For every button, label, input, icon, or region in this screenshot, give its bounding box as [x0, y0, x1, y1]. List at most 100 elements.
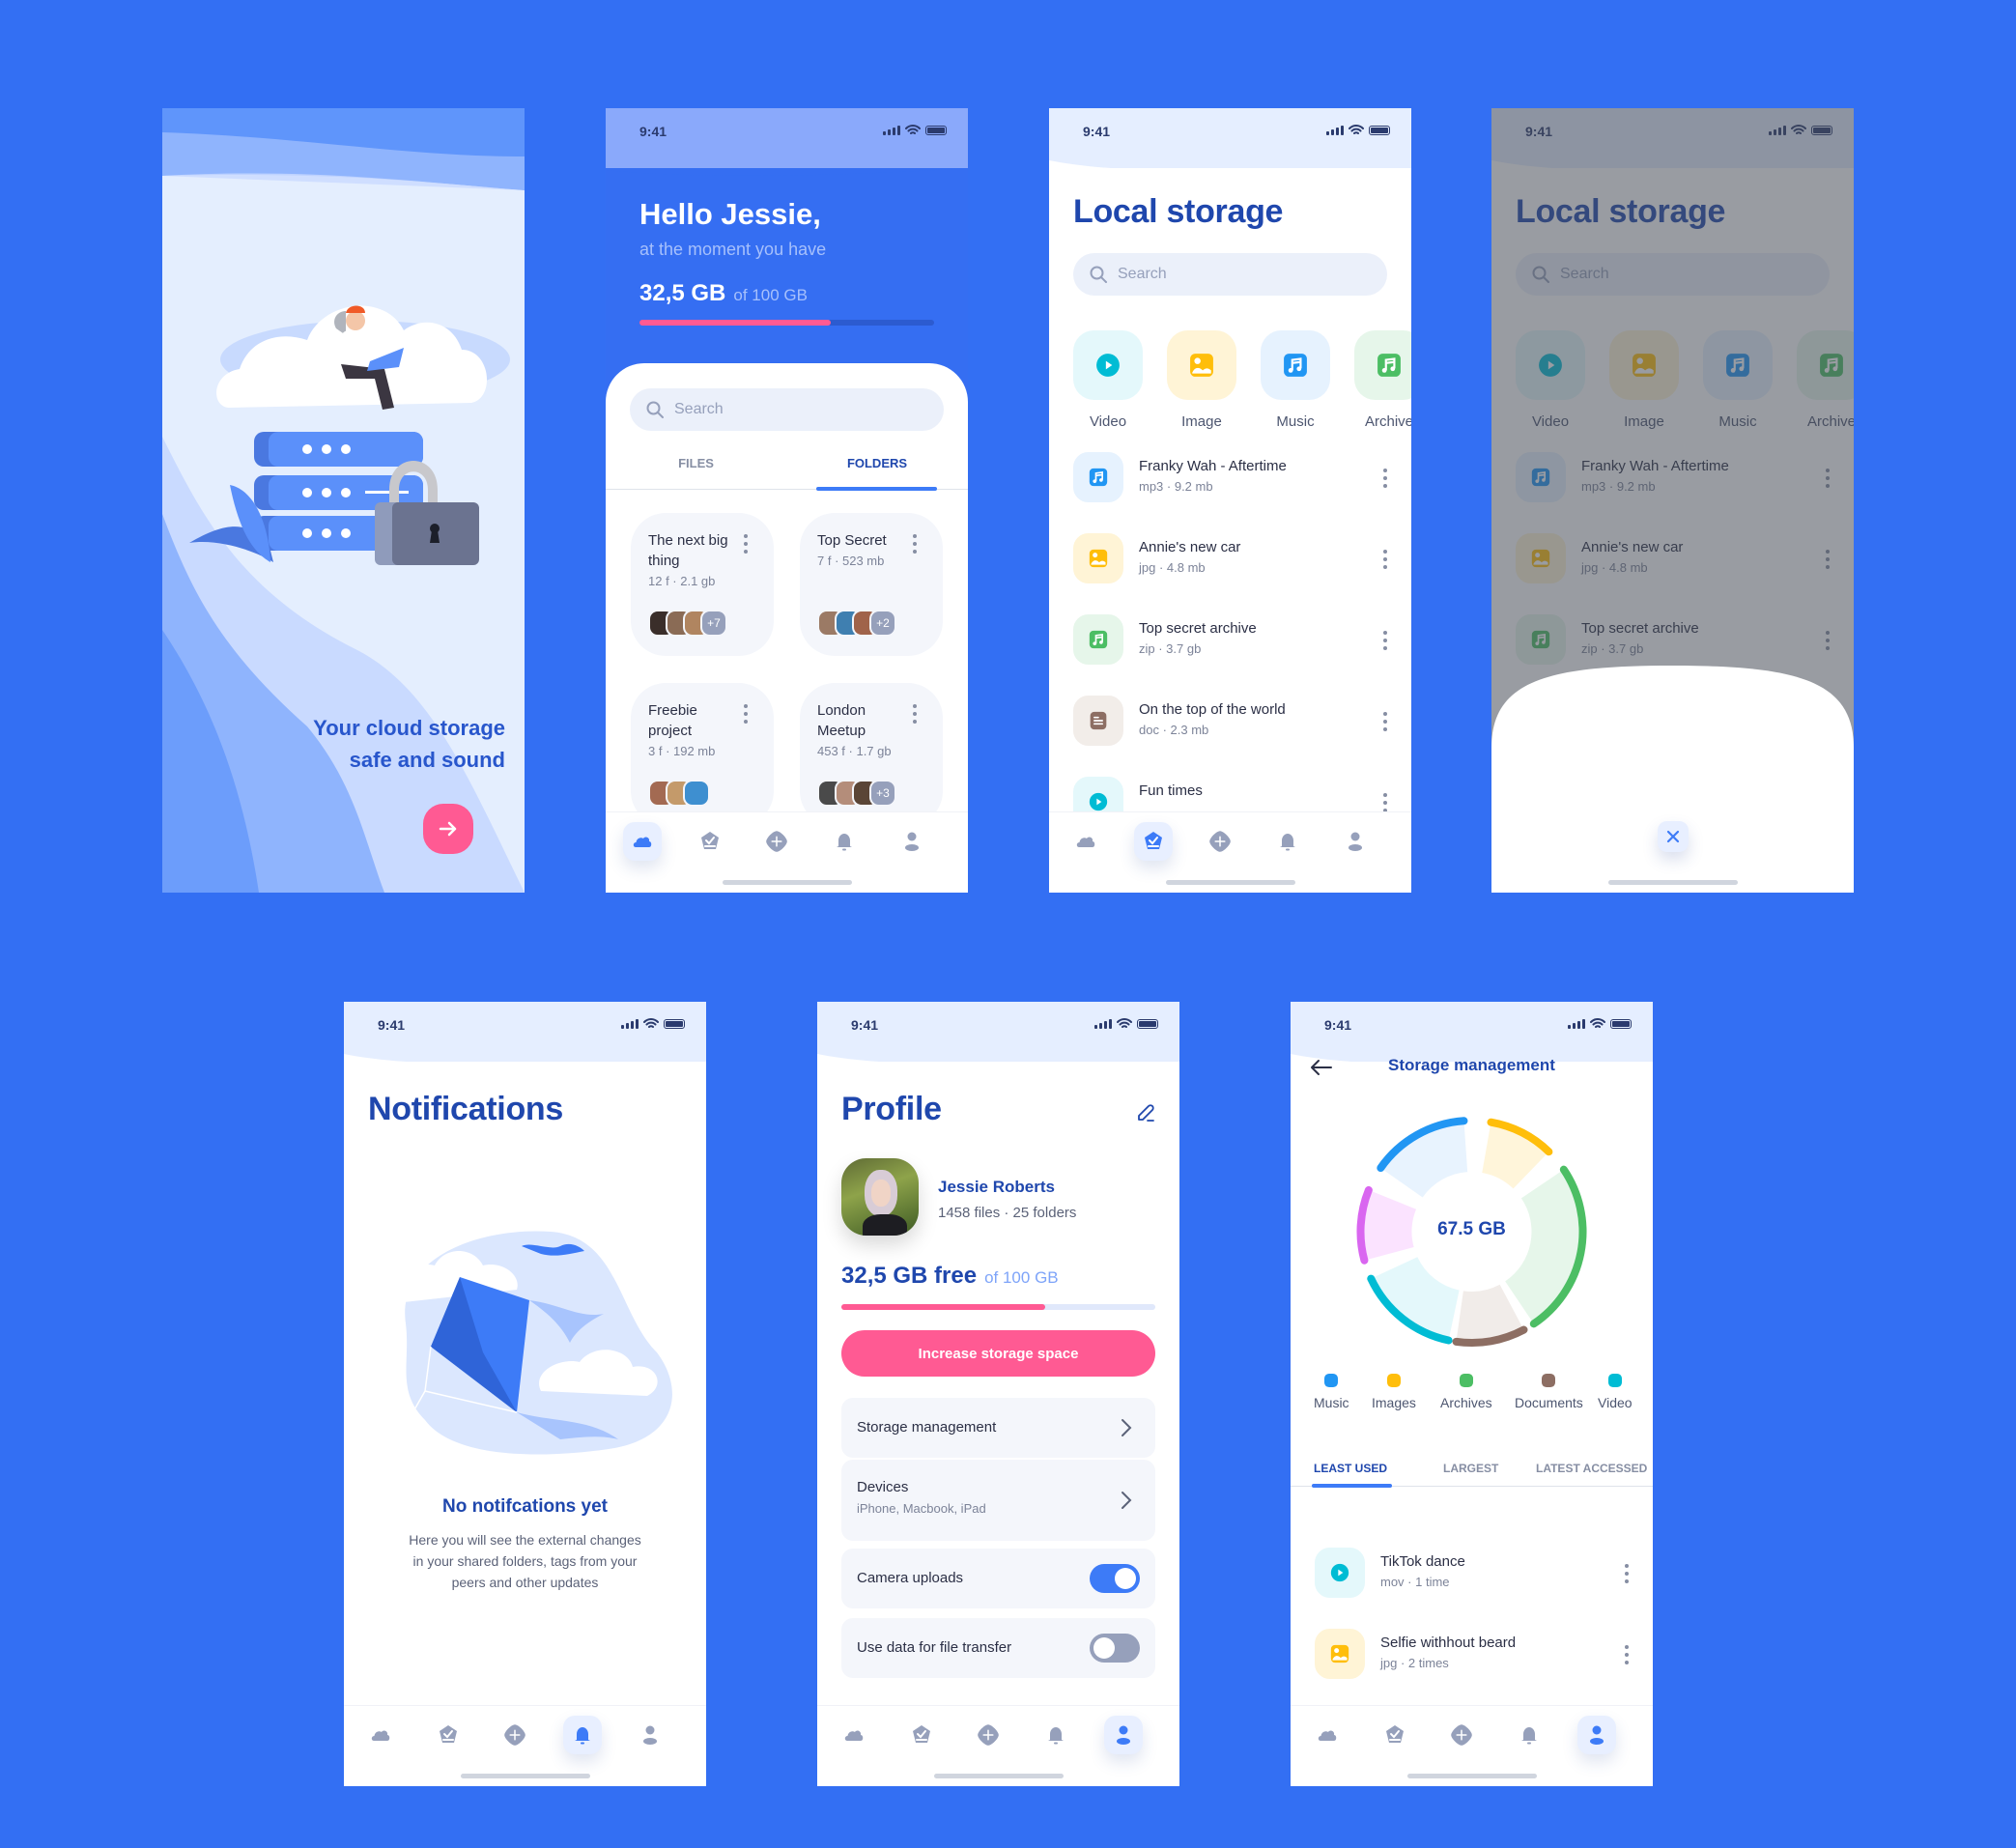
file-meta: zip · 3.7 gb: [1139, 641, 1202, 656]
more-members-badge: +7: [700, 610, 727, 637]
home-screen: 9:41 Hello Jessie, at the moment you hav…: [606, 108, 968, 893]
document-icon: [1089, 711, 1108, 730]
close-button[interactable]: [1658, 821, 1689, 852]
legend-swatch: [1542, 1374, 1556, 1387]
tab-largest[interactable]: LARGEST: [1443, 1462, 1498, 1475]
tab-badge-check[interactable]: [902, 1716, 941, 1754]
next-button[interactable]: [423, 804, 473, 854]
category-label: Music: [1276, 413, 1315, 430]
tab-plus[interactable]: [969, 1716, 1008, 1754]
search-input[interactable]: Search: [1073, 253, 1387, 296]
folder-card[interactable]: The next big thing 12 f · 2.1 gb +7: [631, 513, 774, 656]
tab-bell[interactable]: [1510, 1716, 1548, 1754]
tab-user[interactable]: [1104, 1716, 1144, 1754]
setting-camera-uploads[interactable]: Camera uploads: [841, 1549, 1155, 1608]
tab-badge-check[interactable]: [1133, 822, 1173, 861]
tab-cloud[interactable]: [361, 1716, 400, 1754]
tab-cloud[interactable]: [835, 1716, 873, 1754]
tab-folders[interactable]: FOLDERS: [786, 456, 968, 470]
category-archive[interactable]: Archive: [1354, 330, 1411, 430]
page-title: Notifications: [368, 1091, 563, 1127]
category-video[interactable]: Video: [1073, 330, 1143, 430]
file-meta: jpg · 4.8 mb: [1139, 560, 1206, 575]
tab-badge-check[interactable]: [429, 1716, 468, 1754]
status-bar: 9:41: [606, 108, 968, 176]
tab-user[interactable]: [893, 822, 931, 861]
greeting: Hello Jessie,: [639, 197, 821, 231]
toggle-switch[interactable]: [1090, 1564, 1140, 1593]
edit-icon[interactable]: [1135, 1102, 1156, 1123]
tab-latest-accessed[interactable]: LATEST ACCESSED: [1536, 1462, 1647, 1475]
tab-least-used[interactable]: LEAST USED: [1314, 1462, 1387, 1475]
tab-bell[interactable]: [825, 822, 864, 861]
more-options-button[interactable]: [1624, 1645, 1630, 1664]
search-input[interactable]: Search: [630, 388, 944, 431]
folder-card[interactable]: Top Secret 7 f · 523 mb +2: [800, 513, 943, 656]
signal-icon: [1568, 1018, 1585, 1029]
storage-used: 32,5 GB: [639, 280, 726, 306]
storage-management-screen: 9:41 Storage management 67.5 GB Music Ima…: [1291, 1002, 1653, 1786]
more-options-button[interactable]: [743, 534, 749, 554]
tab-bell[interactable]: [563, 1716, 603, 1754]
tab-cloud[interactable]: [1308, 1716, 1347, 1754]
tab-badge-check[interactable]: [1376, 1716, 1414, 1754]
status-icons: [1568, 1018, 1632, 1029]
more-options-button[interactable]: [1382, 631, 1388, 650]
file-row[interactable]: On the top of the world doc · 2.3 mb: [1073, 696, 1392, 746]
battery-icon: [925, 125, 947, 135]
more-options-button[interactable]: [912, 534, 918, 554]
user-icon: [639, 1723, 662, 1747]
more-options-button[interactable]: [1624, 1564, 1630, 1583]
file-row[interactable]: Selfie withhout beard jpg · 2 times: [1315, 1629, 1633, 1679]
category-music[interactable]: Music: [1261, 330, 1330, 430]
more-options-button[interactable]: [1382, 712, 1388, 731]
file-row[interactable]: Franky Wah - Aftertime mp3 · 9.2 mb: [1073, 452, 1392, 502]
folder-card[interactable]: London Meetup 453 f · 1.7 gb +3: [800, 683, 943, 826]
status-bar: 9:41: [817, 1002, 1179, 1069]
setting-use-data-for-file-transfer[interactable]: Use data for file transfer: [841, 1618, 1155, 1678]
cloud-icon: [1074, 830, 1097, 853]
legend-item-documents: Documents: [1515, 1374, 1583, 1410]
file-row[interactable]: TikTok dance mov · 1 time: [1315, 1548, 1633, 1598]
member-avatars: +7: [648, 610, 727, 637]
search-placeholder: Search: [674, 401, 724, 417]
tab-bell[interactable]: [1036, 1716, 1075, 1754]
more-options-button[interactable]: [743, 704, 749, 724]
more-options-button[interactable]: [1382, 793, 1388, 812]
music-icon: [1283, 353, 1308, 378]
avatar[interactable]: [841, 1158, 919, 1236]
tab-bell[interactable]: [1268, 822, 1307, 861]
cloud-icon: [369, 1723, 392, 1747]
file-type-tile: [1073, 452, 1123, 502]
tab-files[interactable]: FILES: [606, 456, 786, 470]
tab-plus[interactable]: [757, 822, 796, 861]
tab-cloud[interactable]: [622, 822, 662, 861]
file-row[interactable]: Top secret archive zip · 3.7 gb: [1073, 614, 1392, 665]
cloud-icon: [842, 1723, 866, 1747]
setting-storage-management[interactable]: Storage management: [841, 1398, 1155, 1458]
profile-name: Jessie Roberts: [938, 1178, 1055, 1196]
tab-user[interactable]: [1577, 1716, 1617, 1754]
tab-plus[interactable]: [1201, 822, 1239, 861]
file-meta: jpg · 2 times: [1380, 1656, 1449, 1670]
folder-card[interactable]: Freebie project 3 f · 192 mb: [631, 683, 774, 826]
setting-label: Storage management: [857, 1419, 997, 1436]
setting-devices[interactable]: Devices iPhone, Macbook, iPad: [841, 1460, 1155, 1541]
file-row[interactable]: Annie's new car jpg · 4.8 mb: [1073, 533, 1392, 583]
more-options-button[interactable]: [1382, 469, 1388, 488]
status-bar: 9:41: [1049, 108, 1411, 176]
plus-icon: [1208, 830, 1232, 853]
tab-bar: [344, 1705, 706, 1786]
more-options-button[interactable]: [1382, 550, 1388, 569]
tab-plus[interactable]: [496, 1716, 534, 1754]
more-options-button[interactable]: [912, 704, 918, 724]
tab-badge-check[interactable]: [691, 822, 729, 861]
toggle-switch[interactable]: [1090, 1634, 1140, 1663]
increase-storage-button[interactable]: Increase storage space: [841, 1330, 1155, 1377]
legend-item-archives: Archives: [1440, 1374, 1492, 1410]
tab-cloud[interactable]: [1066, 822, 1105, 861]
tab-user[interactable]: [631, 1716, 669, 1754]
tab-plus[interactable]: [1442, 1716, 1481, 1754]
category-image[interactable]: Image: [1167, 330, 1236, 430]
tab-user[interactable]: [1336, 822, 1375, 861]
